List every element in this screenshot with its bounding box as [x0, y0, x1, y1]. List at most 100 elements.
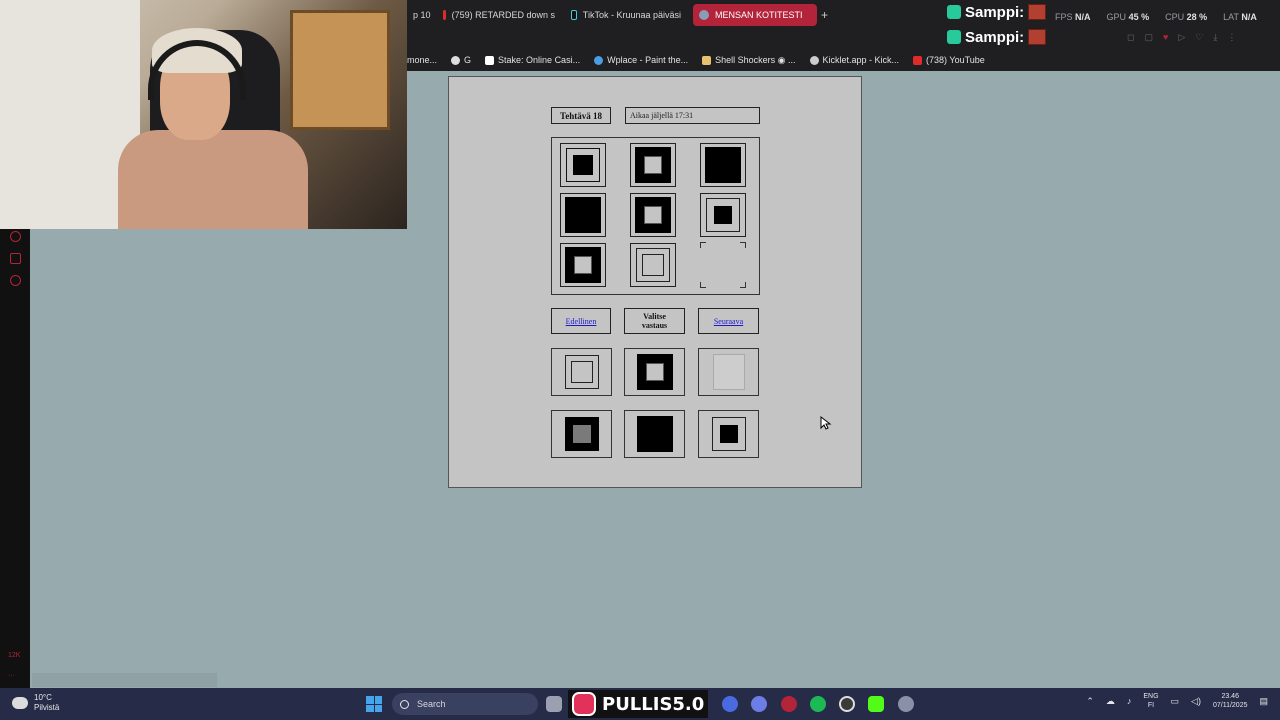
taskbar-search[interactable]: Search [392, 693, 538, 715]
answer-option-5[interactable] [624, 410, 685, 458]
egg-icon [702, 55, 712, 65]
perf-stats: FPS N/A GPU 45 % CPU 28 % LAT N/A [1055, 12, 1257, 22]
shield-icon: ♥ [1163, 32, 1169, 42]
figure-thick-frame-square [635, 197, 671, 233]
bookmark-kicklet[interactable]: Kicklet.app - Kick... [809, 55, 899, 65]
chat-user: Samppi: [965, 3, 1025, 21]
chat-badge-2: Samppi: [947, 27, 1047, 47]
onedrive-icon[interactable]: ☁ [1106, 696, 1115, 707]
answer-option-1[interactable] [551, 348, 612, 396]
spotify-icon[interactable] [810, 696, 826, 712]
clock[interactable]: 23.46 07/11/2025 [1213, 692, 1248, 710]
tab-2[interactable]: (759) RETARDED down s [437, 4, 561, 26]
tag-icon[interactable] [10, 253, 21, 264]
figure-framed-black-square [711, 417, 746, 451]
matrix-cell [630, 243, 676, 287]
stake-icon [485, 55, 495, 65]
system-tray: ⌃ ☁ ♪ ENG FI ▭ ◁) 23.46 07/11/2025 ▤ [1086, 692, 1268, 710]
answer-option-4[interactable] [551, 410, 612, 458]
puzzle-matrix [551, 137, 760, 295]
tab-label: TikTok - Kruunaa päiväsi [582, 10, 681, 20]
figure-solid-square [705, 147, 741, 183]
webcam-window [290, 10, 390, 130]
network-icon[interactable]: ▭ [1171, 696, 1180, 707]
cloud-icon [12, 697, 28, 709]
bookmark-google[interactable]: G [451, 55, 471, 65]
bell-icon: ◻ [1127, 32, 1135, 42]
figure-thick-frame-square [635, 147, 671, 183]
more-icon[interactable]: ··· [8, 672, 15, 679]
answer-option-6[interactable] [698, 410, 759, 458]
tab-1[interactable]: p 10 [407, 4, 435, 26]
task-number: Tehtävä 18 [551, 107, 611, 124]
matrix-cell [700, 193, 746, 237]
stream-overlay: Samppi: Samppi: FPS N/A GPU 45 % CPU 28 … [947, 0, 1280, 50]
emote-icon [1028, 4, 1047, 20]
weather-widget[interactable]: 10°C Pilvistä [12, 693, 59, 713]
bookmark-wplace[interactable]: Wplace - Paint the... [594, 55, 688, 65]
tab-3[interactable]: TikTok - Kruunaa päiväsi [565, 4, 687, 26]
figure-solid-square [636, 416, 673, 452]
volume-icon[interactable]: ◁) [1191, 696, 1201, 707]
history-icon[interactable] [10, 231, 21, 242]
youtube-icon [913, 55, 923, 65]
kicklet-icon [809, 55, 819, 65]
discord-icon[interactable] [751, 696, 767, 712]
answer-option-3[interactable] [698, 348, 759, 396]
webcam-person-torso [118, 130, 308, 229]
missing-cell [700, 242, 746, 288]
lat-stat: LAT N/A [1223, 12, 1257, 22]
settings-icon[interactable] [10, 275, 21, 286]
tab-mensa[interactable]: MENSAN KOTITESTI [693, 4, 817, 26]
tab-label: MENSAN KOTITESTI [715, 10, 803, 20]
download-icon: ⤓ [1213, 32, 1218, 42]
file-explorer-icon[interactable] [546, 696, 562, 712]
matrix-cell [700, 143, 746, 187]
figure-light-square [712, 354, 745, 390]
instagram-icon [572, 692, 596, 716]
sidebar-bottom-label: 12K [8, 652, 21, 659]
choose-answer-label: Valitse vastaus [624, 308, 685, 334]
site-icon [699, 10, 709, 20]
answer-option-2[interactable] [624, 348, 685, 396]
gpu-stat: GPU 45 % [1106, 12, 1150, 22]
windows-start-icon[interactable] [366, 696, 382, 712]
figure-solid-square [565, 197, 601, 233]
bookmark-youtube[interactable]: (738) YouTube [913, 55, 985, 65]
matrix-cell [560, 193, 606, 237]
bookmark-stake[interactable]: Stake: Online Casi... [485, 55, 580, 65]
chat-badge-1: Samppi: [947, 2, 1047, 22]
tab-label: p 10 [413, 10, 431, 20]
overlay-icons: ◻ ▢ ♥ ▷ ♡ ⤓ ⋮ [1127, 32, 1236, 43]
figure-nested-square [566, 148, 600, 182]
figure-thick-frame-square [565, 247, 601, 283]
webcam-overlay [0, 0, 407, 229]
matrix-cell [560, 143, 606, 187]
figure-gray-center-square [564, 417, 599, 451]
temperature: 10°C [34, 693, 52, 702]
tiktok-icon [571, 10, 577, 20]
search-placeholder: Search [417, 699, 446, 709]
bookmark-shell-shockers[interactable]: Shell Shockers ◉ ... [702, 55, 796, 66]
bookmark-money[interactable]: mone... [407, 55, 437, 65]
new-tab-button[interactable]: + [821, 8, 828, 22]
notification-icon[interactable]: ▤ [1259, 696, 1268, 707]
time-remaining: Aikaa jäljellä 17:31 [625, 107, 760, 124]
chevron-up-icon[interactable]: ⌃ [1086, 696, 1094, 707]
cpu-stat: CPU 28 % [1165, 12, 1208, 22]
previous-button[interactable]: Edellinen [551, 308, 611, 334]
opera-icon[interactable] [781, 696, 797, 712]
kick-app-icon[interactable] [868, 696, 884, 712]
settings-gear-icon[interactable] [898, 696, 914, 712]
fps-stat: FPS N/A [1055, 12, 1091, 22]
next-button[interactable]: Seuraava [698, 308, 759, 334]
tab-label: (759) RETARDED down s [451, 10, 555, 20]
browser-icon[interactable] [722, 696, 738, 712]
matrix-cell [630, 143, 676, 187]
menu-icon: ⋮ [1227, 32, 1237, 42]
mouse-cursor-icon [820, 416, 832, 430]
language-indicator[interactable]: ENG FI [1143, 692, 1158, 710]
microphone-icon[interactable]: ♪ [1127, 696, 1132, 706]
obs-icon[interactable] [839, 696, 855, 712]
play-icon: ▷ [1178, 32, 1186, 42]
